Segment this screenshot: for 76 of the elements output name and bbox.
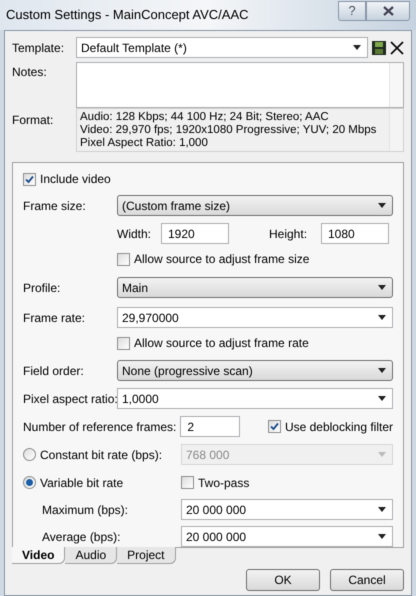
combo-value: Default Template (*) [81,40,188,56]
tab[interactable]: Project [117,547,176,564]
radio-label: Constant bit rate (bps): [40,446,162,464]
combo-box[interactable]: (Custom frame size) [117,195,393,216]
tab[interactable]: Video [12,547,66,564]
combo-box[interactable]: 20 000 000 [181,499,393,520]
field-label: Notes: [12,64,48,81]
input-field[interactable]: 1920 [161,223,229,244]
combo-value: 1,0000 [122,390,160,408]
input-field[interactable]: 1080 [321,223,389,244]
delete-icon[interactable] [390,40,404,54]
tab[interactable]: Audio [65,547,118,564]
combo-value: 29,970000 [122,310,180,326]
dialog-button[interactable]: Cancel [330,569,404,591]
checkbox-label: Include video [40,171,111,188]
combo-box[interactable]: None (progressive scan) [117,360,393,381]
combo-box[interactable]: Default Template (*) [76,37,368,58]
checkbox[interactable]: Use deblocking filter [268,418,393,436]
combo-box[interactable]: 29,970000 [117,307,393,328]
input-value: 1080 [328,226,355,242]
combo-box[interactable]: Main [117,277,393,298]
radio-label: Variable bit rate [40,474,124,492]
close-button[interactable] [366,1,410,21]
checkbox-box[interactable] [117,252,130,266]
field-label: Frame size: [23,198,87,214]
field-label: Width: [117,226,152,242]
dialog-button[interactable]: OK [246,569,320,591]
window-title: Custom Settings - MainConcept AVC/AAC [6,6,250,24]
caret-icon [378,396,386,401]
caret-icon [378,203,386,208]
field-label: Average (bps): [42,528,122,546]
combo-value: 768 000 [186,446,230,464]
checkbox-label: Use deblocking filter [284,418,393,436]
combo-box[interactable]: 1,0000 [117,388,393,409]
field-label: Frame rate: [23,310,86,326]
check-icon [270,422,279,431]
checkbox[interactable]: Include video [23,170,111,188]
caret-icon [378,507,386,512]
caret-icon [378,368,386,373]
field-label: Format: [12,112,54,129]
field-label: Template: [12,40,66,56]
caret-icon [378,285,386,290]
radio-button[interactable]: Variable bit rate [23,474,181,492]
field-label: Pixel aspect ratio: [23,390,117,408]
close-icon [382,6,394,16]
checkbox-box[interactable] [117,336,130,350]
input-value: 2 [187,418,194,436]
combo-value: 20 000 000 [186,528,248,546]
field-label: Profile: [23,280,62,296]
caret-icon [378,315,386,320]
format-line: Audio: 128 Kbps; 44 100 Hz; 24 Bit; Stereo; AAC [80,111,330,124]
save-icon[interactable] [372,40,386,54]
checkbox-label: Two-pass [198,474,250,492]
checkbox[interactable]: Two-pass [181,474,250,492]
combo-box[interactable]: 20 000 000 [181,526,393,547]
combo-value: 20 000 000 [186,502,248,518]
checkbox-box[interactable] [268,420,281,433]
check-icon [25,174,34,184]
checkbox-box[interactable] [181,476,194,489]
caret-icon [378,534,386,539]
combo-value: Main [122,280,150,296]
format-line: Video: 29,970 fps; 1920x1080 Progressive; YUV; 20 Mbps [80,124,378,137]
input-value: 1920 [168,226,195,242]
caret-icon [353,45,361,50]
field-label: Maximum (bps): [42,502,130,518]
format-line: Pixel Aspect Ratio: 1,000 [80,137,209,150]
field-label: Height: [269,226,308,242]
field-label: Field order: [23,362,85,380]
notes-field[interactable] [76,62,404,108]
help-button[interactable]: ? [338,1,366,21]
field-label: Number of reference frames: [23,418,176,436]
caret-icon [378,452,386,457]
checkbox-box[interactable] [23,172,36,186]
input-field[interactable]: 2 [180,416,240,437]
combo-value: (Custom frame size) [122,198,232,214]
combo-value: None (progressive scan) [122,362,254,380]
